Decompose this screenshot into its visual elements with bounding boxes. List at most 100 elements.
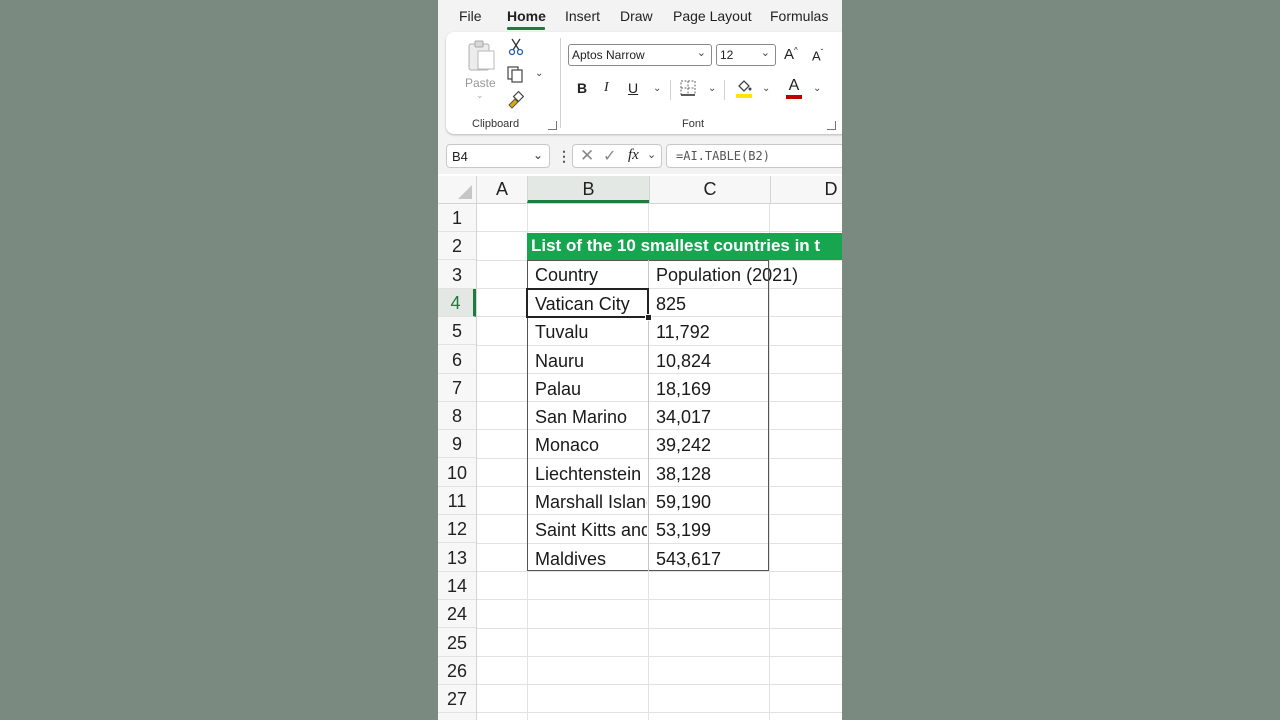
paste-icon xyxy=(468,40,495,71)
row-header[interactable]: 13 xyxy=(438,544,476,572)
row-header[interactable]: 4 xyxy=(438,288,476,317)
borders-icon xyxy=(680,80,696,96)
row-header[interactable]: 10 xyxy=(438,459,476,487)
paste-button[interactable]: Paste ⌄ xyxy=(464,38,498,100)
column-headers: A B C D xyxy=(438,176,842,204)
row-gridline xyxy=(477,655,842,657)
row-header[interactable]: 8 xyxy=(438,402,476,431)
fill-color-button[interactable] xyxy=(735,78,753,103)
column-header-a[interactable]: A xyxy=(476,176,527,203)
row-gridline xyxy=(477,684,842,686)
group-divider xyxy=(560,38,561,128)
row-header[interactable]: 3 xyxy=(438,261,476,289)
row-header[interactable]: 26 xyxy=(438,657,476,685)
ribbon-tabs: File Home Insert Draw Page Layout Formul… xyxy=(438,0,842,32)
copy-dropdown-icon[interactable]: ⌄ xyxy=(535,68,543,79)
font-size-value: 12 xyxy=(720,48,734,62)
name-box[interactable]: B4 ⌄ xyxy=(446,144,550,168)
decrease-font-size-button[interactable]: Aˇ xyxy=(812,48,823,63)
tab-page-layout[interactable]: Page Layout xyxy=(673,8,752,24)
row-header[interactable]: 9 xyxy=(438,430,476,459)
select-all-icon xyxy=(458,185,472,199)
borders-button[interactable] xyxy=(680,80,696,101)
row-header[interactable]: 12 xyxy=(438,515,476,544)
font-name-value: Aptos Narrow xyxy=(572,48,645,62)
row-header[interactable]: 25 xyxy=(438,629,476,657)
column-header-b[interactable]: B xyxy=(527,176,649,203)
excel-window: File Home Insert Draw Page Layout Formul… xyxy=(438,0,842,720)
font-color-button[interactable]: A xyxy=(786,78,802,99)
table-title-cell[interactable]: List of the 10 smallest countries in t xyxy=(527,233,842,260)
increase-font-size-button[interactable]: A^ xyxy=(784,46,798,63)
italic-button[interactable]: I xyxy=(604,80,609,96)
row-header[interactable]: 24 xyxy=(438,600,476,629)
row-header[interactable]: 27 xyxy=(438,685,476,714)
formula-input[interactable]: =AI.TABLE(B2) xyxy=(666,144,842,168)
worksheet-grid[interactable]: List of the 10 smallest countries in t C… xyxy=(477,204,842,720)
tab-home[interactable]: Home xyxy=(507,8,546,24)
row-header[interactable]: 1 xyxy=(438,204,476,232)
tab-insert[interactable]: Insert xyxy=(565,8,600,24)
chevron-down-icon: ⌄ xyxy=(532,148,543,162)
row-headers: 1 2 3 4 5 6 7 8 9 10 11 12 13 14 24 25 26 27 xyxy=(438,204,477,720)
insert-function-button[interactable]: fx xyxy=(628,147,639,164)
row-gridline xyxy=(477,627,842,629)
font-divider xyxy=(670,80,671,100)
clipboard-launcher-icon[interactable] xyxy=(548,121,557,130)
select-all-button[interactable] xyxy=(438,176,476,203)
row-gridline xyxy=(477,599,842,601)
row-gridline xyxy=(477,570,842,572)
paint-bucket-icon xyxy=(736,80,752,98)
fill-handle[interactable] xyxy=(645,314,652,321)
font-size-select[interactable]: 12 ⌄ xyxy=(716,44,776,66)
formula-controls: ✕ ✓ fx ⌄ xyxy=(572,144,662,168)
copy-icon xyxy=(507,66,523,83)
row-header[interactable]: 2 xyxy=(438,232,476,261)
column-header-d[interactable]: D xyxy=(770,176,842,203)
column-header-c[interactable]: C xyxy=(649,176,770,203)
format-painter-icon xyxy=(508,90,525,109)
name-box-value: B4 xyxy=(452,149,468,164)
borders-dropdown-icon[interactable]: ⌄ xyxy=(708,83,716,94)
font-group-label: Font xyxy=(682,118,705,130)
format-painter-button[interactable] xyxy=(506,90,525,114)
grow-font-label: A xyxy=(784,46,795,63)
row-header[interactable]: 7 xyxy=(438,374,476,402)
chevron-down-icon: ⌄ xyxy=(696,47,706,59)
underline-dropdown-icon[interactable]: ⌄ xyxy=(653,83,661,94)
underline-button[interactable]: U xyxy=(628,80,638,96)
row-header[interactable]: 5 xyxy=(438,317,476,346)
chevron-down-icon[interactable]: ⌄ xyxy=(647,148,656,161)
scissors-icon xyxy=(508,38,524,56)
formula-text: =AI.TABLE(B2) xyxy=(676,149,770,163)
tab-formulas[interactable]: Formulas xyxy=(770,8,828,24)
enter-icon[interactable]: ✓ xyxy=(603,146,616,166)
font-color-letter: A xyxy=(788,77,800,94)
row-header[interactable]: 14 xyxy=(438,572,476,600)
shrink-font-label: A xyxy=(812,48,821,64)
copy-button[interactable] xyxy=(506,65,524,88)
bold-button[interactable]: B xyxy=(577,80,587,96)
font-name-select[interactable]: Aptos Narrow ⌄ xyxy=(568,44,712,66)
cancel-icon[interactable]: ✕ xyxy=(580,146,594,166)
cut-button[interactable] xyxy=(508,38,524,61)
fill-color-dropdown-icon[interactable]: ⌄ xyxy=(762,83,770,94)
row-gridline xyxy=(477,712,842,714)
font-color-swatch xyxy=(786,95,802,99)
font-divider xyxy=(724,80,725,100)
clipboard-group-label: Clipboard xyxy=(472,118,520,130)
active-tab-indicator xyxy=(507,27,545,30)
paste-dropdown-icon[interactable]: ⌄ xyxy=(476,90,484,101)
table-title: List of the 10 smallest countries in t xyxy=(531,236,821,255)
tab-file[interactable]: File xyxy=(459,8,482,24)
active-cell-b4[interactable] xyxy=(526,288,649,318)
more-options-icon[interactable]: ⋮ xyxy=(557,148,571,165)
row-header[interactable]: 11 xyxy=(438,487,476,515)
font-launcher-icon[interactable] xyxy=(827,121,836,130)
chevron-down-icon: ⌄ xyxy=(760,47,770,59)
tab-draw[interactable]: Draw xyxy=(620,8,653,24)
ribbon-home: Paste ⌄ ⌄ Clipboard Aptos Narrow ⌄ 12 ⌄ … xyxy=(446,32,842,134)
font-color-dropdown-icon[interactable]: ⌄ xyxy=(813,83,821,94)
paste-label: Paste xyxy=(465,76,496,90)
row-header[interactable]: 6 xyxy=(438,346,476,374)
